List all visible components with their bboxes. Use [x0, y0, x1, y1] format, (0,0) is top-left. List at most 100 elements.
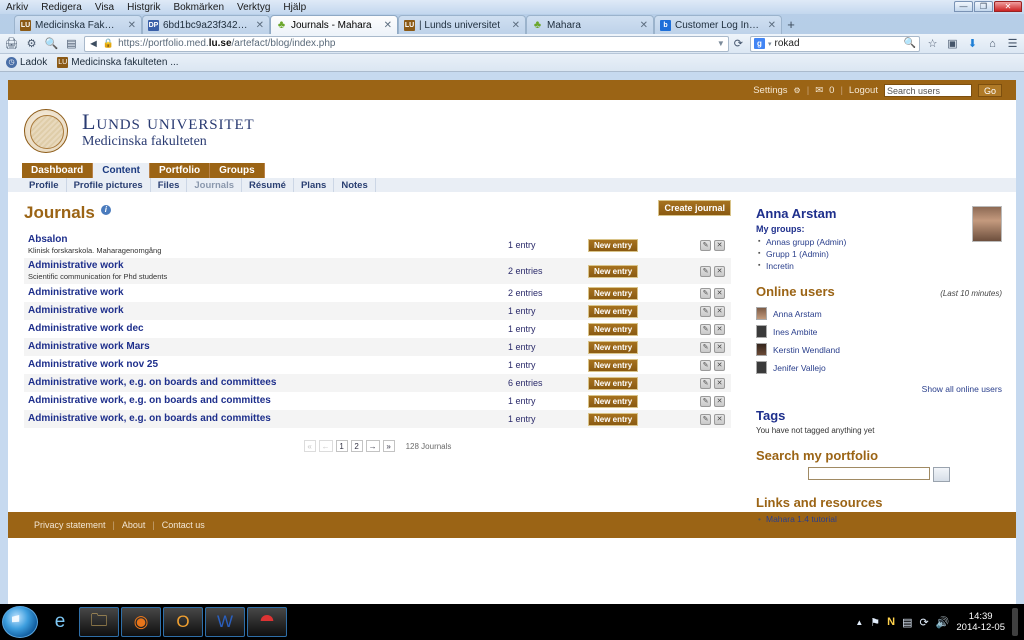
delete-icon[interactable]: ✕ — [714, 265, 725, 277]
new-entry-button[interactable]: New entry — [588, 264, 639, 278]
tab-close-icon[interactable]: ✕ — [380, 20, 392, 31]
pagination-page-1[interactable]: 1 — [335, 440, 348, 452]
nav-portfolio[interactable]: Portfolio — [150, 163, 211, 178]
table-row[interactable]: Administrative work 2 entries New entry … — [24, 284, 731, 302]
table-row[interactable]: Administrative work, e.g. on boards and … — [24, 374, 731, 392]
browser-tab-5[interactable]: b Customer Log In | Box ✕ — [654, 15, 782, 34]
new-entry-button[interactable]: New entry — [588, 394, 639, 408]
clock[interactable]: 14:39 2014-12-05 — [956, 611, 1005, 633]
gear-icon[interactable]: ⚙ — [24, 36, 39, 51]
sync-icon[interactable]: ⟳ — [919, 616, 928, 629]
nav-groups[interactable]: Groups — [210, 163, 265, 178]
online-user-name[interactable]: Ines Ambite — [773, 327, 817, 337]
search-icon[interactable]: 🔍 — [904, 38, 916, 49]
bookmark-star-icon[interactable]: ☆ — [925, 36, 940, 51]
delete-icon[interactable]: ✕ — [714, 395, 725, 407]
edit-icon[interactable]: ✎ — [700, 239, 711, 251]
new-entry-button[interactable]: New entry — [588, 286, 639, 300]
close-button[interactable]: ✕ — [994, 1, 1022, 12]
browser-tab-3[interactable]: LU | Lunds universitet ✕ — [398, 15, 526, 34]
file-explorer-icon[interactable]: 🗀 — [79, 607, 119, 637]
dropbox-icon[interactable]: ▤ — [902, 616, 912, 629]
delete-icon[interactable]: ✕ — [714, 377, 725, 389]
list-item[interactable]: Mahara 1.4 tutorial — [756, 513, 1002, 525]
page-icon[interactable]: ▤ — [64, 36, 79, 51]
list-item[interactable]: Kerstin Wendland — [756, 343, 1002, 356]
subnav-profile-pictures[interactable]: Profile pictures — [67, 178, 151, 192]
pagination-page-2[interactable]: 2 — [350, 440, 363, 452]
edit-icon[interactable]: ✎ — [700, 413, 711, 425]
online-user-name[interactable]: Kerstin Wendland — [773, 345, 840, 355]
journal-title-link[interactable]: Administrative work Mars — [28, 341, 508, 353]
pagination-prev[interactable]: ← — [318, 440, 333, 452]
delete-icon[interactable]: ✕ — [714, 287, 725, 299]
search-portfolio-button[interactable] — [933, 467, 950, 482]
new-entry-button[interactable]: New entry — [588, 322, 639, 336]
edit-icon[interactable]: ✎ — [700, 323, 711, 335]
minimize-button[interactable]: — — [954, 1, 973, 12]
word-icon[interactable]: W — [205, 607, 245, 637]
privacy-statement-link[interactable]: Privacy statement — [34, 520, 106, 530]
search-portfolio-input[interactable] — [808, 467, 930, 480]
new-entry-button[interactable]: New entry — [588, 376, 639, 390]
subnav-resume[interactable]: Résumé — [242, 178, 294, 192]
acrobat-icon[interactable]: ⯊ — [247, 607, 287, 637]
browser-tab-4[interactable]: ♣ Mahara ✕ — [526, 15, 654, 34]
list-item[interactable]: Incretin — [756, 260, 1002, 272]
logout-link[interactable]: Logout — [849, 85, 878, 96]
gear-icon[interactable]: ⚙ — [794, 86, 801, 95]
menu-visa[interactable]: Visa — [93, 2, 116, 13]
show-all-online-users-link[interactable]: Show all online users — [756, 384, 1002, 394]
journal-title-link[interactable]: Administrative work dec — [28, 323, 508, 335]
journal-title-link[interactable]: Administrative work nov 25 — [28, 359, 508, 371]
delete-icon[interactable]: ✕ — [714, 305, 725, 317]
volume-icon[interactable]: 🔊 — [936, 616, 950, 629]
norton-icon[interactable]: N — [887, 616, 895, 628]
maximize-button[interactable]: ❐ — [974, 1, 993, 12]
start-button[interactable] — [2, 606, 38, 638]
menu-hjalp[interactable]: Hjälp — [281, 2, 308, 13]
journal-title-link[interactable]: Administrative work, e.g. on boards and … — [28, 395, 508, 407]
list-item[interactable]: Ines Ambite — [756, 325, 1002, 338]
edit-icon[interactable]: ✎ — [700, 359, 711, 371]
edit-icon[interactable]: ✎ — [700, 377, 711, 389]
chevron-down-icon[interactable]: ▾ — [768, 40, 772, 48]
delete-icon[interactable]: ✕ — [714, 413, 725, 425]
delete-icon[interactable]: ✕ — [714, 341, 725, 353]
contact-us-link[interactable]: Contact us — [162, 520, 205, 530]
menu-icon[interactable]: ☰ — [1005, 36, 1020, 51]
bookmark-medicinska-fakulteten[interactable]: LU Medicinska fakulteten ... — [57, 57, 179, 68]
firefox-icon[interactable]: ◉ — [121, 607, 161, 637]
menu-historik[interactable]: Histgrik — [125, 2, 162, 13]
address-bar[interactable]: ◄ 🔒 https://portfolio.med.lu.se/artefact… — [84, 35, 729, 52]
subnav-plans[interactable]: Plans — [294, 178, 335, 192]
chevron-down-icon[interactable]: ▼ — [717, 39, 725, 48]
journal-title-link[interactable]: Administrative work — [28, 287, 508, 299]
journal-title-link[interactable]: Absalon — [28, 234, 508, 246]
online-user-name[interactable]: Jenifer Vallejo — [773, 363, 826, 373]
edit-icon[interactable]: ✎ — [700, 341, 711, 353]
show-desktop-button[interactable] — [1012, 608, 1018, 636]
nav-dashboard[interactable]: Dashboard — [22, 163, 94, 178]
subnav-journals[interactable]: Journals — [187, 178, 242, 192]
search-icon[interactable]: 🔍 — [44, 36, 59, 51]
back-icon[interactable]: ◄ — [88, 38, 99, 50]
new-entry-button[interactable]: New entry — [588, 238, 639, 252]
new-entry-button[interactable]: New entry — [588, 412, 639, 426]
about-link[interactable]: About — [122, 520, 146, 530]
table-row[interactable]: Administrative work nov 25 1 entry New e… — [24, 356, 731, 374]
search-users-input[interactable]: Search users — [883, 83, 972, 97]
new-tab-button[interactable]: + — [784, 18, 798, 31]
browser-tab-1[interactable]: DP 6bd1bc9a23f34255818a375... ✕ — [142, 15, 270, 34]
browser-search-box[interactable]: g ▾ rokad 🔍 — [750, 35, 920, 52]
flag-icon[interactable]: ⚑ — [870, 616, 880, 629]
tab-close-icon[interactable]: ✕ — [124, 20, 136, 31]
print-icon[interactable]: 🖨 — [4, 36, 19, 51]
table-row[interactable]: Administrative work dec 1 entry New entr… — [24, 320, 731, 338]
menu-verktyg[interactable]: Verktyg — [235, 2, 272, 13]
subnav-notes[interactable]: Notes — [334, 178, 376, 192]
table-row[interactable]: Absalon Klinisk forskarskola. Maharageno… — [24, 232, 731, 258]
bookmark-ladok[interactable]: ◷ Ladok — [6, 57, 47, 68]
table-row[interactable]: Administrative work, e.g. on boards and … — [24, 392, 731, 410]
nav-content[interactable]: Content — [93, 163, 151, 178]
